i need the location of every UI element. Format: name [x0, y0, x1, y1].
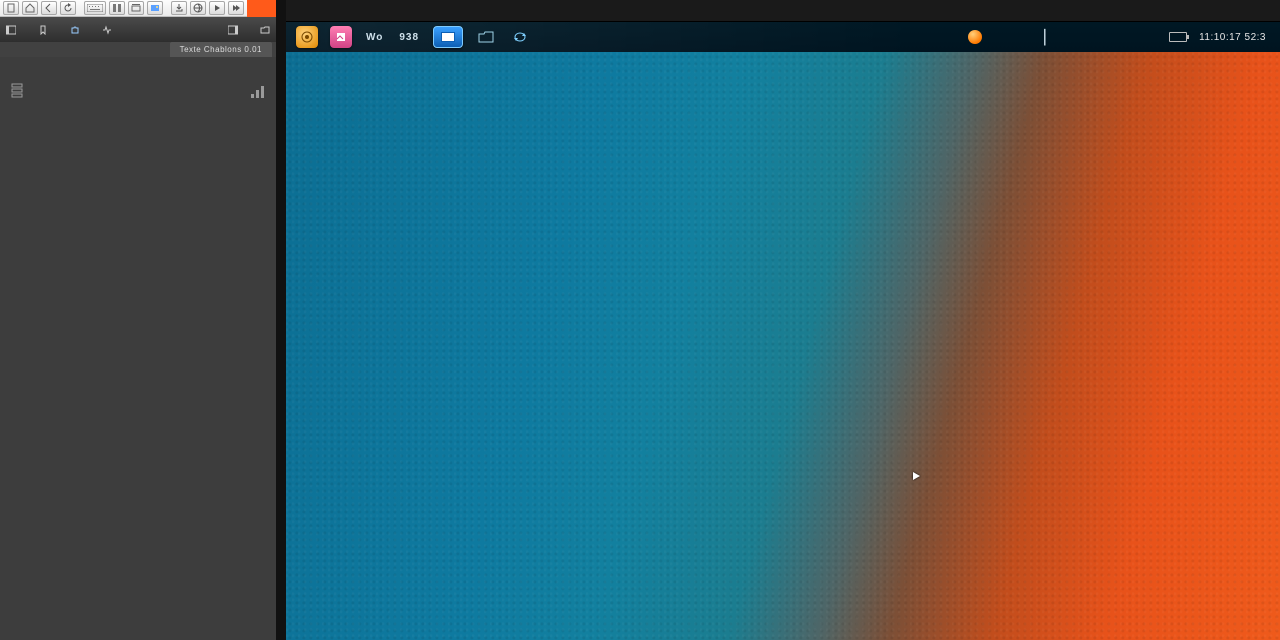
gallery-icon[interactable] [128, 1, 144, 15]
home-icon[interactable] [22, 1, 38, 15]
photo-icon[interactable] [147, 1, 163, 15]
clock[interactable]: 11:10:17 52:3 [1199, 32, 1266, 43]
panel-right-icon[interactable] [226, 23, 240, 37]
document-tab[interactable]: Texte Chablons 0.01 [170, 42, 272, 57]
image-viewer-icon[interactable] [330, 26, 352, 48]
file-icon[interactable] [3, 1, 19, 15]
panel-left-icon[interactable] [4, 23, 18, 37]
structure-icon[interactable] [6, 79, 30, 103]
battery-icon[interactable] [1169, 32, 1187, 42]
levels-icon[interactable] [246, 79, 270, 103]
taskbar-label-1[interactable]: Wo [364, 26, 385, 48]
taskbar-label-2[interactable]: 938 [397, 26, 421, 48]
columns-icon[interactable] [109, 1, 125, 15]
panel-tabbar [0, 17, 276, 42]
taskbar: Wo 938 ▏ 11:10:17 52:3 [286, 22, 1280, 52]
globe-icon[interactable] [190, 1, 206, 15]
window-titlebar[interactable] [286, 0, 1280, 22]
export-icon[interactable] [171, 1, 187, 15]
split-divider[interactable] [276, 0, 286, 640]
file-manager-icon[interactable] [475, 26, 497, 48]
play-all-icon[interactable] [228, 1, 244, 15]
back-icon[interactable] [41, 1, 57, 15]
document-tabstrip: Texte Chablons 0.01 [0, 42, 276, 57]
keyboard-icon[interactable] [84, 1, 106, 15]
notification-dot-icon[interactable] [968, 30, 982, 44]
sync-icon[interactable] [509, 26, 531, 48]
caret-icon: ▏ [1044, 29, 1055, 46]
puzzle-icon[interactable] [68, 23, 82, 37]
left-app-window: Texte Chablons 0.01 [0, 0, 276, 640]
reload-icon[interactable] [60, 1, 76, 15]
top-toolbar [0, 0, 276, 17]
folder-open-icon[interactable] [258, 23, 272, 37]
accent-tab[interactable] [247, 0, 276, 17]
desktop-window: Wo 938 ▏ 11:10:17 52:3 [286, 0, 1280, 640]
display-settings-icon[interactable] [433, 26, 463, 48]
activity-icon[interactable] [100, 23, 114, 37]
mouse-pointer-icon [913, 472, 920, 480]
editor-body [0, 57, 276, 640]
desktop-wallpaper[interactable] [286, 52, 1280, 640]
launcher-icon[interactable] [296, 26, 318, 48]
bookmark-icon[interactable] [36, 23, 50, 37]
play-icon[interactable] [209, 1, 225, 15]
